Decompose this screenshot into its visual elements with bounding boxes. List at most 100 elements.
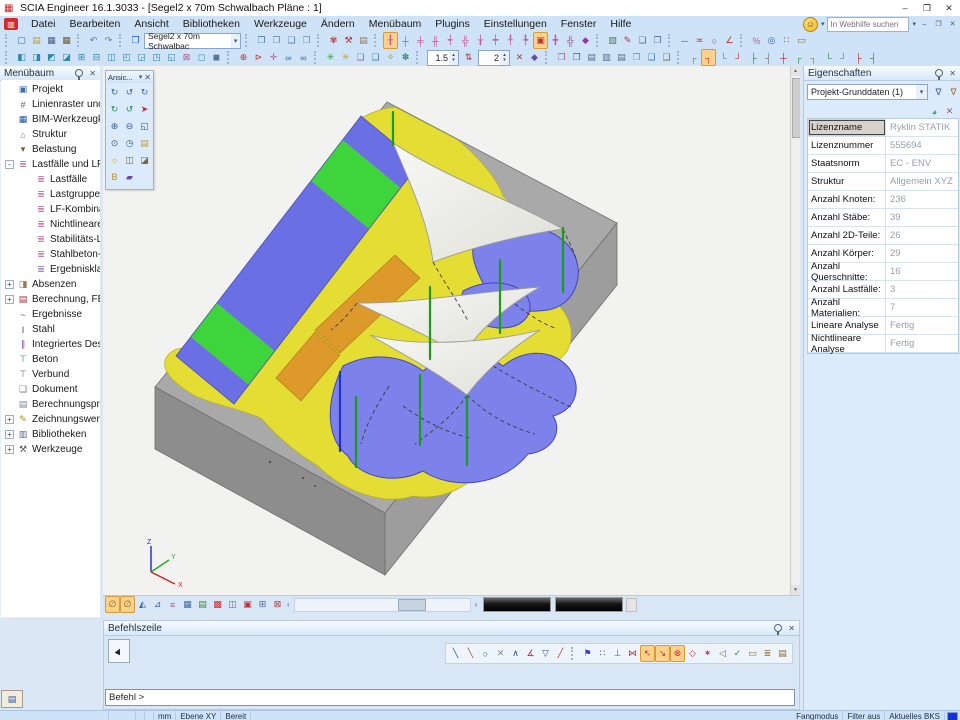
- tree-expander[interactable]: [5, 325, 14, 334]
- toolbar-icon[interactable]: ├: [851, 49, 866, 66]
- close-icon[interactable]: ✕: [949, 69, 956, 78]
- toolbar-icon[interactable]: ✳: [338, 49, 353, 66]
- toolbar-icon[interactable]: ╀: [503, 32, 518, 49]
- tree-item[interactable]: - ≣ Lastfälle und LF-Kombinatic: [1, 157, 100, 172]
- toolbar-icon[interactable]: ─: [677, 32, 692, 49]
- snap-icon[interactable]: ▽: [538, 645, 553, 662]
- tree-expander[interactable]: [5, 100, 14, 109]
- toolbar-icon[interactable]: ∠: [722, 32, 737, 49]
- status-cell[interactable]: mm: [154, 711, 176, 720]
- tree-expander[interactable]: [23, 235, 32, 244]
- tree-item[interactable]: ≣ Nichtlineare LF-Kombin: [1, 217, 100, 232]
- snap-icon[interactable]: ⋈: [625, 645, 640, 662]
- perspective-icon[interactable]: ▰: [122, 169, 137, 185]
- rotate-y-icon[interactable]: ↺: [122, 84, 137, 100]
- tree-item[interactable]: ▦ BIM-Werkzeugkasten: [1, 112, 100, 127]
- tree-item[interactable]: ≣ Ergebnisklassen: [1, 262, 100, 277]
- tree-item[interactable]: ∥ Integriertes Design Forms: [1, 337, 100, 352]
- toolbar-icon[interactable]: ◫: [104, 49, 119, 66]
- tree-item[interactable]: + ▤ Berechnung, FE-Netz: [1, 292, 100, 307]
- toolbar-icon[interactable]: ◼: [209, 49, 224, 66]
- chevron-down-icon[interactable]: ▾: [821, 20, 825, 28]
- scroll-left-icon[interactable]: ‹: [285, 600, 292, 609]
- toolbar-icon[interactable]: ▤: [584, 49, 599, 66]
- close-button[interactable]: ✕: [938, 1, 960, 15]
- mdi-minimize-button[interactable]: –: [919, 19, 930, 30]
- toolbar-icon[interactable]: ◱: [164, 49, 179, 66]
- toolbar-icon[interactable]: ⊳: [251, 49, 266, 66]
- snap-icon[interactable]: ≣: [760, 645, 775, 662]
- status-cell[interactable]: Aktuelles BKS: [885, 711, 945, 720]
- scroll-down-icon[interactable]: ▼: [791, 585, 800, 595]
- tree-expander[interactable]: -: [5, 160, 14, 169]
- properties-combo[interactable]: Projekt-Grunddaten (1) ▾: [807, 84, 928, 100]
- status-cell[interactable]: Fangmodus: [792, 711, 843, 720]
- chevron-down-icon[interactable]: ▾: [231, 34, 240, 48]
- toolbar-icon[interactable]: ✕: [512, 49, 527, 66]
- menu-item[interactable]: Werkzeuge: [247, 16, 314, 32]
- toolbar-icon[interactable]: ╁: [473, 32, 488, 49]
- toolbar-icon[interactable]: ◻: [194, 49, 209, 66]
- toolbar-icon[interactable]: ╬: [563, 32, 578, 49]
- rotate-x-icon[interactable]: ↻: [107, 84, 122, 100]
- toolbar-icon[interactable]: ▣: [533, 32, 548, 49]
- property-row[interactable]: Anzahl Knoten: 236: [808, 191, 958, 209]
- view-mode-icon[interactable]: ∅: [105, 596, 120, 613]
- property-row[interactable]: Anzahl Stäbe: 39: [808, 209, 958, 227]
- toolbar-icon[interactable]: ╬: [458, 32, 473, 49]
- tree-item[interactable]: ⌂ Struktur: [1, 127, 100, 142]
- ucs-indicator[interactable]: [947, 712, 958, 720]
- snap-icon[interactable]: ∧: [508, 645, 523, 662]
- toolbar-icon[interactable]: ◆: [527, 49, 542, 66]
- tree-expander[interactable]: [23, 205, 32, 214]
- toolbar-icon[interactable]: ┽: [443, 32, 458, 49]
- toolbar-icon[interactable]: ◩: [44, 49, 59, 66]
- menu-item[interactable]: Einstellungen: [477, 16, 554, 32]
- toolbar-icon[interactable]: ⊠: [179, 49, 194, 66]
- tree-expander[interactable]: [5, 130, 14, 139]
- light-icon[interactable]: ☼: [107, 152, 122, 168]
- tree-item[interactable]: ≣ Lastfälle: [1, 172, 100, 187]
- snap-icon[interactable]: ◇: [685, 645, 700, 662]
- tree-expander[interactable]: [23, 175, 32, 184]
- toolbar-icon[interactable]: ┌: [791, 49, 806, 66]
- filter-check-icon[interactable]: ∇: [931, 84, 946, 101]
- pin-icon[interactable]: [774, 624, 782, 632]
- layers-button[interactable]: ▤: [1, 690, 23, 708]
- toolbar-icon[interactable]: └: [716, 49, 731, 66]
- snap-icon[interactable]: ✕: [493, 645, 508, 662]
- tree-expander[interactable]: +: [5, 445, 14, 454]
- property-row[interactable]: Nichtlineare Analyse Fertig: [808, 335, 958, 353]
- snap-icon[interactable]: ╲: [448, 645, 463, 662]
- view-front-icon[interactable]: ↻: [107, 101, 122, 117]
- view-mode-icon[interactable]: ⊠: [270, 596, 285, 613]
- toolbar-icon[interactable]: ⊕: [236, 49, 251, 66]
- toolbar-icon[interactable]: ∞: [281, 49, 296, 66]
- toolbar-icon[interactable]: ◎: [764, 32, 779, 49]
- tree-expander[interactable]: [5, 355, 14, 364]
- tree-expander[interactable]: [5, 145, 14, 154]
- zoom-out-icon[interactable]: ⊖: [122, 118, 137, 134]
- snap-icon[interactable]: ∡: [523, 645, 538, 662]
- toolbar-icon[interactable]: ❐: [254, 32, 269, 49]
- close-icon[interactable]: ✕: [144, 73, 151, 82]
- viewport-hscrollbar[interactable]: [294, 598, 471, 612]
- property-row[interactable]: Anzahl Querschnitte: 16: [808, 263, 958, 281]
- close-icon[interactable]: ✕: [89, 69, 96, 78]
- tree-item[interactable]: ≣ LF-Kombinationen: [1, 202, 100, 217]
- snap-icon[interactable]: ○: [478, 645, 493, 662]
- toolbar-icon[interactable]: ❑: [659, 49, 674, 66]
- snap-icon[interactable]: ∷: [595, 645, 610, 662]
- toolbar-icon[interactable]: ❒: [569, 49, 584, 66]
- toolbar-icon[interactable]: ○: [707, 32, 722, 49]
- chevron-down-icon[interactable]: ▾: [912, 20, 916, 28]
- status-cell[interactable]: Ebene XY: [176, 711, 221, 720]
- menu-item[interactable]: Datei: [24, 16, 63, 32]
- toolbar-icon[interactable]: ❏: [635, 32, 650, 49]
- tree-item[interactable]: # Linienraster und Geschosse: [1, 97, 100, 112]
- zoom-window-icon[interactable]: ◱: [137, 118, 152, 134]
- snap-icon[interactable]: ▤: [775, 645, 790, 662]
- toolbar-icon[interactable]: ✧: [383, 49, 398, 66]
- toolbar-icon[interactable]: ⊞: [74, 49, 89, 66]
- tree-expander[interactable]: +: [5, 430, 14, 439]
